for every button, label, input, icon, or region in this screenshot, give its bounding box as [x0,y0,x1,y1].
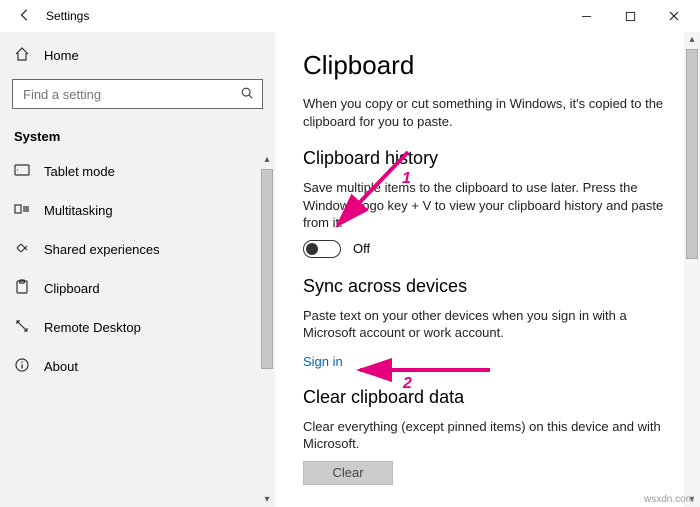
history-toggle[interactable] [303,240,341,258]
sidebar-item-shared-experiences[interactable]: Shared experiences [0,230,259,269]
history-text: Save multiple items to the clipboard to … [303,179,673,232]
signin-link[interactable]: Sign in [303,354,343,369]
scroll-thumb[interactable] [261,169,273,369]
content-scrollbar[interactable]: ▴ ▾ [684,32,700,507]
maximize-button[interactable] [608,2,652,30]
sidebar-item-label: Multitasking [44,203,113,218]
close-button[interactable] [652,2,696,30]
tablet-icon [14,162,30,181]
window-title: Settings [44,9,89,23]
watermark: wsxdn.com [644,494,694,505]
sync-text: Paste text on your other devices when yo… [303,307,673,342]
home-icon [14,46,30,65]
section-system: System [0,117,275,152]
clear-text: Clear everything (except pinned items) o… [303,418,673,453]
search-input[interactable] [21,86,240,103]
sidebar: Home System Tablet mode [0,32,275,507]
sync-heading: Sync across devices [303,276,674,297]
toggle-state-label: Off [353,241,370,256]
sidebar-item-remote-desktop[interactable]: Remote Desktop [0,308,259,347]
scroll-thumb[interactable] [686,49,698,259]
history-heading: Clipboard history [303,148,674,169]
intro-text: When you copy or cut something in Window… [303,95,673,130]
search-box[interactable] [12,79,263,109]
toggle-knob [306,243,318,255]
sidebar-item-clipboard[interactable]: Clipboard [0,269,259,308]
sidebar-scrollbar[interactable]: ▴ ▾ [259,152,275,507]
sidebar-item-about[interactable]: About [0,347,259,386]
scroll-up-icon[interactable]: ▴ [264,152,269,167]
sidebar-item-tablet-mode[interactable]: Tablet mode [0,152,259,191]
sidebar-item-label: Clipboard [44,281,100,296]
scroll-down-icon[interactable]: ▾ [264,492,269,507]
clear-heading: Clear clipboard data [303,387,674,408]
sidebar-item-label: Remote Desktop [44,320,141,335]
home-nav[interactable]: Home [0,38,275,73]
multitask-icon [14,201,30,220]
scroll-up-icon[interactable]: ▴ [689,32,694,47]
remote-icon [14,318,30,337]
titlebar: Settings [0,0,700,32]
content-pane: Clipboard When you copy or cut something… [275,32,700,507]
home-label: Home [44,48,79,63]
share-icon [14,240,30,259]
back-button[interactable] [4,6,44,27]
page-title: Clipboard [303,50,674,81]
clipboard-icon [14,279,30,298]
sidebar-item-label: Tablet mode [44,164,115,179]
nav-list: Tablet mode Multitasking Shared experien… [0,152,275,507]
sidebar-item-multitasking[interactable]: Multitasking [0,191,259,230]
info-icon [14,357,30,376]
clear-button[interactable]: Clear [303,461,393,485]
sidebar-item-label: About [44,359,78,374]
sidebar-item-label: Shared experiences [44,242,160,257]
minimize-button[interactable] [564,2,608,30]
search-icon [240,86,254,103]
